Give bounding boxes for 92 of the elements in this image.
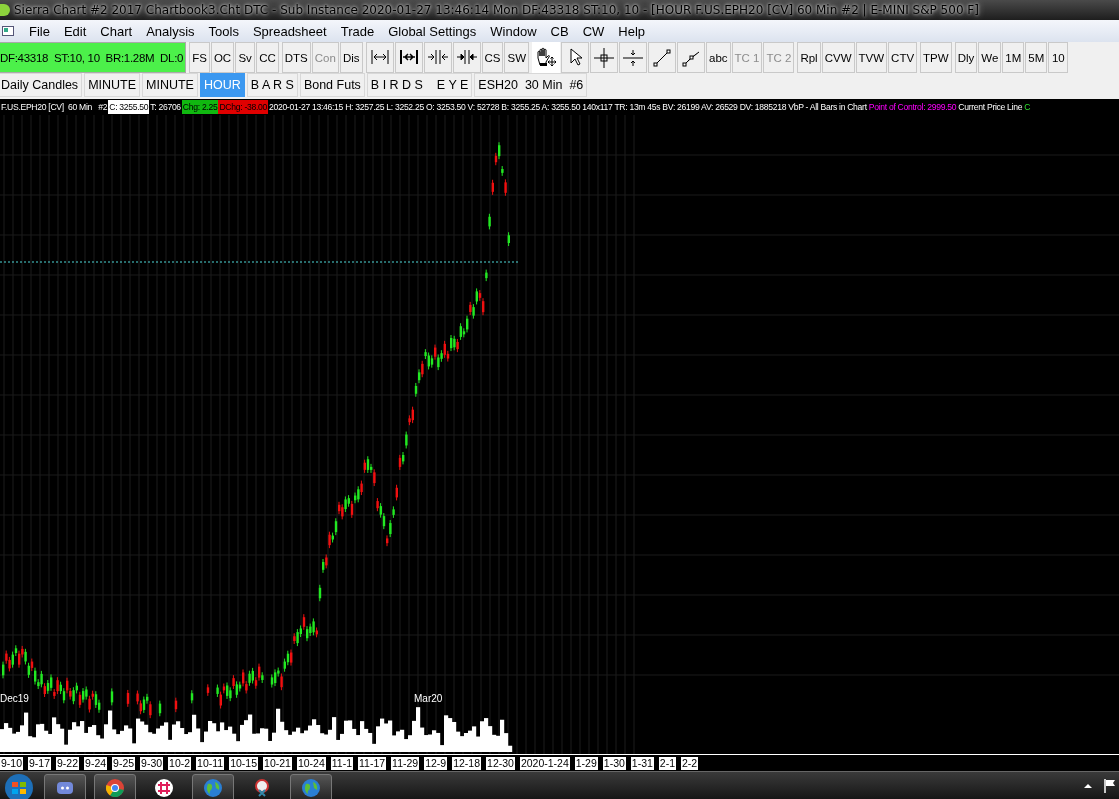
date-label: 1-29 bbox=[574, 757, 598, 770]
toolbar-button[interactable]: Sv bbox=[235, 42, 256, 73]
menu-item[interactable]: Chart bbox=[93, 23, 140, 39]
info-text: 2020-01-27 13:46:15 H: 3257.25 L: 3252.25 O: 3253.50 V: 52728 B: 3255.25 A: 3255.50 140x117 TR: 13m 45s BV: 26199 AV: 26529 DV: 1885218 VbP - All Bars in Chart bbox=[267, 101, 868, 114]
toolbar-button[interactable]: 10 bbox=[1048, 42, 1069, 73]
tool-button[interactable] bbox=[648, 42, 676, 73]
menu-item[interactable]: CW bbox=[575, 23, 612, 39]
start-icon[interactable] bbox=[2, 772, 36, 799]
toolbar-button[interactable]: Dis bbox=[339, 42, 363, 73]
menu-item[interactable]: Help bbox=[611, 23, 653, 39]
date-label: 9-22 bbox=[56, 757, 80, 770]
chartbook-tab[interactable]: B I R D S E Y E bbox=[366, 73, 473, 97]
info-text: Point of Control: 2999.50 bbox=[867, 101, 958, 114]
chartbook-tab[interactable]: MINUTE bbox=[84, 73, 141, 97]
menu-item[interactable]: Window bbox=[483, 23, 544, 39]
info-text: T: 26706 bbox=[149, 101, 182, 114]
date-label: 9-10 bbox=[0, 757, 23, 770]
tool-button[interactable] bbox=[561, 42, 589, 73]
date-label: 10-11 bbox=[196, 757, 225, 770]
toolbar-button[interactable]: CTV bbox=[888, 42, 918, 73]
toolbar-button[interactable]: CC bbox=[256, 42, 279, 73]
date-label: 9-17 bbox=[28, 757, 52, 770]
window-menu-icon[interactable] bbox=[2, 25, 14, 37]
tool-button[interactable] bbox=[677, 42, 705, 73]
toolbar-button[interactable]: abc bbox=[706, 42, 731, 73]
menu-item[interactable]: Trade bbox=[333, 23, 382, 39]
chartbook-tab[interactable]: Bond Futs bbox=[299, 73, 365, 97]
toolbar-button[interactable]: 5M bbox=[1025, 42, 1048, 73]
date-label: 1-30 bbox=[602, 757, 626, 770]
hand-icon bbox=[535, 46, 557, 69]
toolbar-button[interactable]: 1M bbox=[1002, 42, 1025, 73]
tool-button[interactable] bbox=[394, 42, 423, 73]
menu-item[interactable]: Spreadsheet bbox=[245, 23, 334, 39]
date-label: 11-29 bbox=[391, 757, 420, 770]
contract-label: Mar20 bbox=[414, 693, 443, 704]
line-icon bbox=[651, 46, 673, 69]
chartbook-tab[interactable]: MINUTE bbox=[142, 73, 198, 97]
toolbar-button[interactable]: FS bbox=[189, 42, 210, 73]
menu-item[interactable]: Analysis bbox=[139, 23, 202, 39]
hash-icon[interactable] bbox=[154, 777, 174, 798]
chartbook-tab[interactable]: ESH20 30 Min #6 bbox=[474, 73, 588, 97]
info-text: C: 3255.50 bbox=[108, 100, 150, 114]
date-label: 10-21 bbox=[263, 757, 292, 770]
toolbar-button[interactable]: We bbox=[978, 42, 1002, 73]
date-label: 9-25 bbox=[112, 757, 136, 770]
toolbar-button[interactable]: CS bbox=[481, 42, 504, 73]
menu-item[interactable]: File bbox=[22, 23, 57, 39]
date-label: 10-15 bbox=[229, 757, 259, 770]
window-title: Sierra Chart #2 2017 Chartbook3.Cht DTC - Sub Instance 2020-01-27 13:46:14 Mon DF:43318 ST:10, 10 - [HOUR F.US.EPH20 [CV] 60 Min #2 | E-MINI S&P 500 F] bbox=[14, 3, 979, 17]
toolbar-button[interactable]: CVW bbox=[821, 42, 855, 73]
crosshair-icon bbox=[593, 46, 615, 69]
date-label: 2020-1-24 bbox=[519, 757, 570, 770]
info-text: DChg: -38.00 bbox=[218, 100, 268, 114]
tool-button[interactable] bbox=[590, 42, 618, 73]
menu-item[interactable]: Global Settings bbox=[381, 23, 484, 39]
toolbar-button[interactable]: SW bbox=[504, 42, 529, 73]
info-text: C bbox=[1023, 101, 1032, 114]
date-label: 11-17 bbox=[358, 757, 387, 770]
browser-icon[interactable] bbox=[105, 777, 125, 798]
menu-item[interactable]: CB bbox=[543, 23, 576, 39]
date-label: 1-31 bbox=[630, 757, 654, 770]
menu-item[interactable]: Tools bbox=[201, 23, 246, 39]
tool-button[interactable] bbox=[452, 42, 481, 73]
toolbar-button[interactable]: Rpl bbox=[797, 42, 821, 73]
date-label: 12-18 bbox=[452, 757, 482, 770]
date-label: 2-1 bbox=[658, 757, 676, 770]
globe-icon[interactable] bbox=[301, 777, 321, 798]
toolbar-button[interactable]: TVW bbox=[855, 42, 888, 73]
info-text: Chg: 2.25 bbox=[181, 100, 219, 114]
date-label: 12-9 bbox=[424, 757, 448, 770]
info-text: F.US.EPH20 [CV] 60 Min #2 bbox=[0, 101, 109, 114]
date-label: 9-24 bbox=[84, 757, 108, 770]
date-label: 10-24 bbox=[296, 757, 326, 770]
date-label: 11-1 bbox=[330, 757, 353, 770]
globe-icon[interactable] bbox=[203, 777, 223, 798]
date-label: 10-2 bbox=[168, 757, 192, 770]
info-text: Current Price Line bbox=[957, 101, 1024, 114]
app-icon bbox=[0, 4, 10, 16]
date-label: 9-30 bbox=[140, 757, 164, 770]
date-label: 12-30 bbox=[486, 757, 515, 770]
flag-icon[interactable] bbox=[1103, 778, 1117, 794]
toolbar-button[interactable]: DTS bbox=[281, 42, 311, 73]
chartbook-tab[interactable]: B A R S bbox=[246, 73, 298, 97]
toolbar-button[interactable]: OC bbox=[210, 42, 235, 73]
toolbar-button[interactable]: TPW bbox=[920, 42, 952, 73]
date-label: 2-2 bbox=[681, 757, 699, 770]
scissors-icon[interactable] bbox=[252, 777, 272, 798]
menu-item[interactable]: Edit bbox=[56, 23, 94, 39]
contract-label: Dec19 bbox=[0, 693, 29, 704]
status-box: DF:43318 ST:10, 10 BR:1.28M DL:0 bbox=[0, 42, 187, 73]
toolbar-button[interactable]: Dly bbox=[954, 42, 978, 73]
chartbook-tab[interactable]: Daily Candles bbox=[0, 73, 83, 97]
